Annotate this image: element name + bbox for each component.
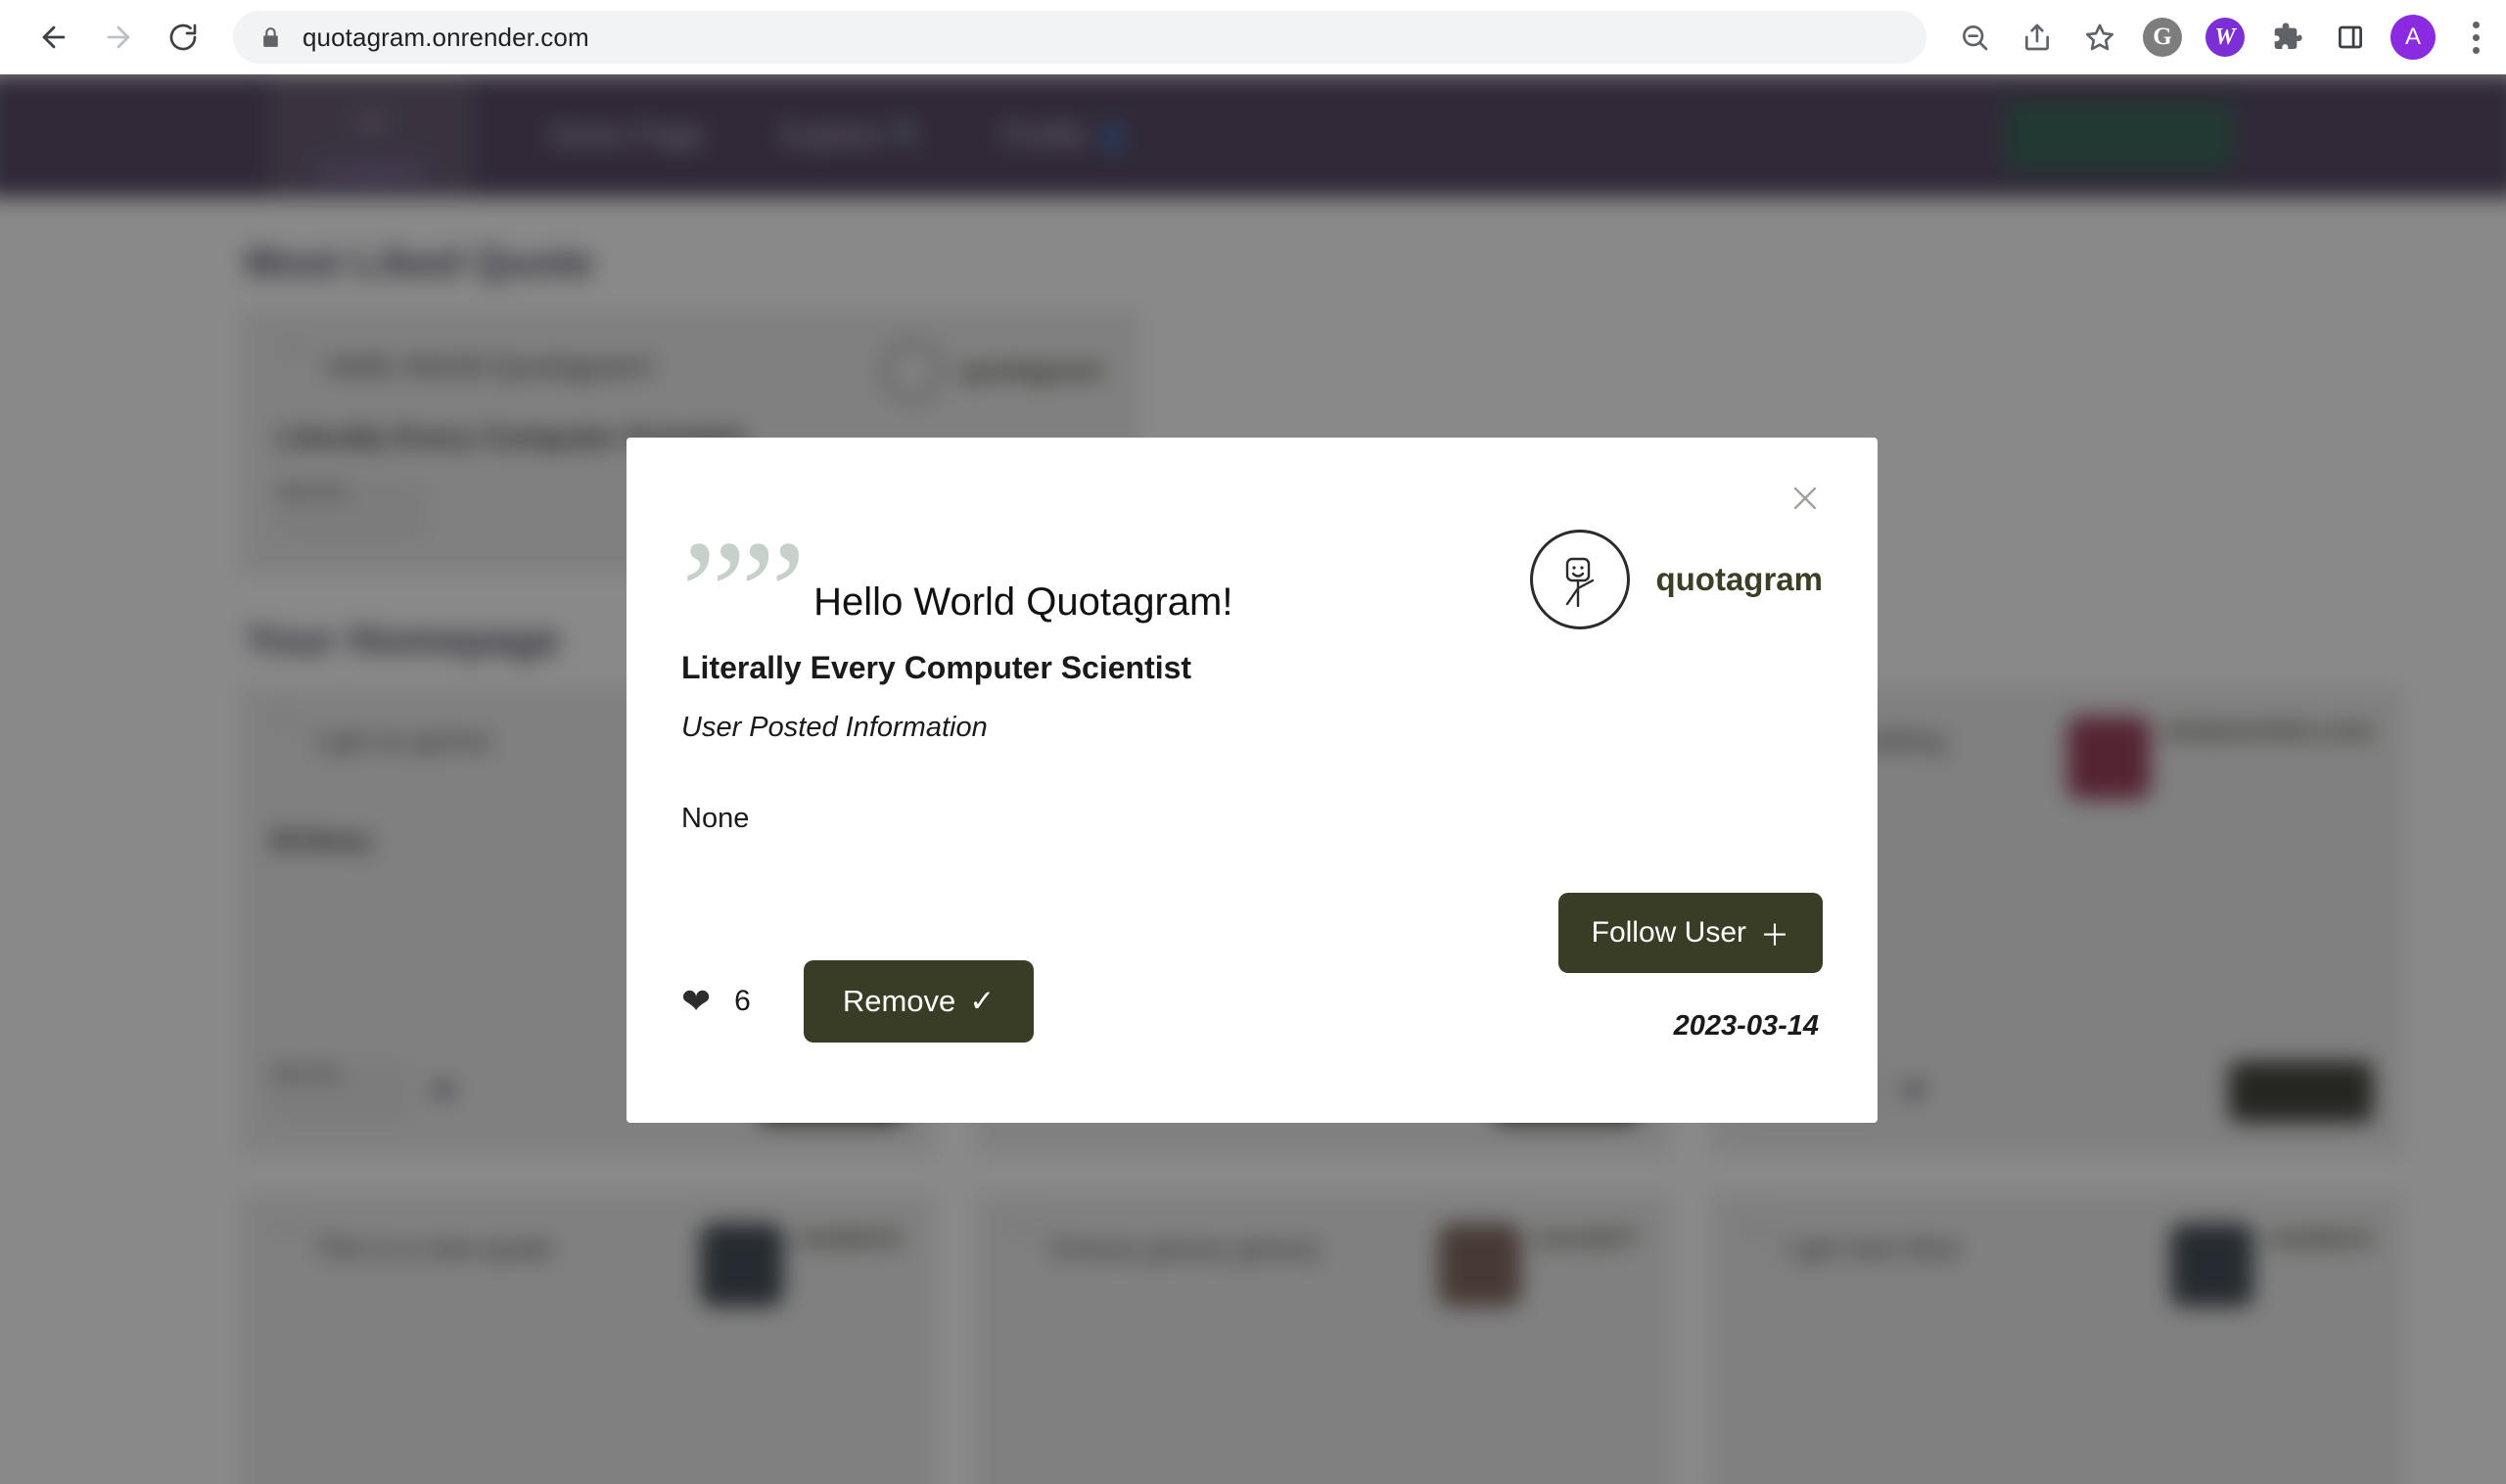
quote-detail-modal: ”” Hello World Quotagram! quotagram Lite… xyxy=(626,438,1878,1123)
check-icon: ✓ xyxy=(969,984,996,1018)
plus-icon: ＋ xyxy=(1760,920,1789,952)
modal-actions: ❤ 6 Remove ✓ Follow User ＋ 2023-03-14 xyxy=(681,893,1823,1043)
modal-quote-text: Hello World Quotagram! xyxy=(813,580,1233,624)
browser-chrome: quotagram.onrender.com G W A xyxy=(0,0,2506,74)
address-bar[interactable]: quotagram.onrender.com xyxy=(233,11,1926,64)
close-icon[interactable] xyxy=(1782,475,1829,522)
remove-button-label: Remove xyxy=(842,984,956,1018)
modal-header: ”” Hello World Quotagram! quotagram xyxy=(681,511,1823,673)
modal-date: 2023-03-14 xyxy=(1673,1010,1819,1042)
grammarly-glyph: G xyxy=(2143,18,2182,57)
stick-figure-avatar xyxy=(1530,530,1631,629)
heart-filled-icon[interactable]: ❤ xyxy=(681,984,711,1019)
chrome-menu-icon[interactable] xyxy=(2445,7,2506,68)
extensions-puzzle-icon[interactable] xyxy=(2257,7,2318,68)
lock-icon xyxy=(258,25,283,50)
modal-username: quotagram xyxy=(1655,561,1823,597)
modal-content: ”” Hello World Quotagram! quotagram Lite… xyxy=(681,511,1823,1084)
reload-icon[interactable] xyxy=(155,9,211,66)
kebab-dots xyxy=(2472,21,2480,54)
w-glyph: W xyxy=(2205,18,2245,57)
like-count: 6 xyxy=(734,985,751,1017)
side-panel-icon[interactable] xyxy=(2320,7,2381,68)
like-group: ❤ 6 Remove ✓ xyxy=(681,960,1035,1043)
modal-user[interactable]: quotagram xyxy=(1530,530,1823,629)
modal-right-actions: Follow User ＋ 2023-03-14 xyxy=(1557,893,1823,1043)
profile-avatar[interactable]: A xyxy=(2383,7,2443,68)
user-posted-information-value: None xyxy=(681,803,750,834)
follow-user-button[interactable]: Follow User ＋ xyxy=(1557,893,1823,973)
forward-arrow-icon[interactable] xyxy=(90,9,147,66)
modal-author: Literally Every Computer Scientist xyxy=(681,650,1192,685)
w-extension-icon[interactable]: W xyxy=(2195,7,2255,68)
remove-button[interactable]: Remove ✓ xyxy=(803,960,1035,1043)
user-posted-information-label: User Posted Information xyxy=(681,712,988,743)
browser-nav-buttons xyxy=(0,9,211,66)
browser-toolbar-actions: G W A xyxy=(1944,7,2506,68)
bookmark-star-icon[interactable] xyxy=(2069,7,2130,68)
profile-avatar-letter: A xyxy=(2390,15,2436,60)
modal-quote-block: ”” Hello World Quotagram! xyxy=(681,511,1233,673)
share-icon[interactable] xyxy=(2007,7,2067,68)
quote-glyph-icon: ”” xyxy=(681,511,806,673)
back-arrow-icon[interactable] xyxy=(25,9,82,66)
url-text[interactable]: quotagram.onrender.com xyxy=(302,23,589,53)
zoom-out-icon[interactable] xyxy=(1944,7,2005,68)
grammarly-extension-icon[interactable]: G xyxy=(2132,7,2193,68)
follow-user-label: Follow User xyxy=(1591,916,1746,949)
